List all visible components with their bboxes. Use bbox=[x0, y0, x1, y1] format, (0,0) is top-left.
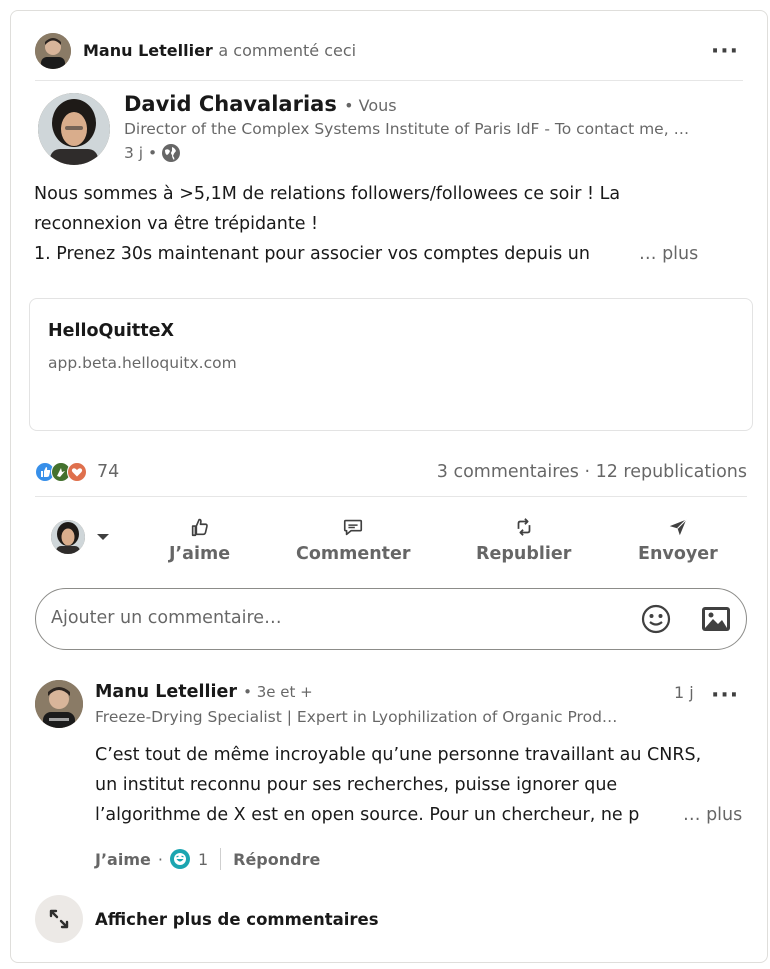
comment-time: 1 j bbox=[674, 683, 694, 702]
comment-author-row: Manu Letellier • 3e et + bbox=[95, 682, 313, 702]
send-icon bbox=[669, 519, 687, 536]
divider bbox=[35, 496, 747, 497]
comment-text-line: C’est tout de même incroyable qu’une per… bbox=[95, 745, 702, 765]
author-headline: Director of the Complex Systems Institut… bbox=[124, 120, 690, 138]
context-header: Manu Letellier a commenté ceci ··· bbox=[35, 23, 743, 81]
link-title[interactable]: HelloQuitteX bbox=[48, 321, 174, 341]
comment-label: Commenter bbox=[296, 544, 411, 564]
comment-button[interactable]: Commenter bbox=[296, 516, 411, 564]
commenter-avatar[interactable] bbox=[35, 33, 71, 69]
comment-text-line: un institut reconnu pour ses recherches,… bbox=[95, 775, 618, 795]
comment-ellipsis-icon[interactable]: ··· bbox=[711, 685, 739, 707]
link-preview-card[interactable]: HelloQuitteX app.beta.helloquitx.com bbox=[29, 298, 753, 431]
author-name[interactable]: David Chavalarias bbox=[124, 92, 337, 116]
see-more-link[interactable]: … plus bbox=[639, 239, 698, 269]
comment-author-degree: • 3e et + bbox=[243, 683, 313, 701]
show-more-comments-label[interactable]: Afficher plus de commentaires bbox=[95, 910, 379, 929]
reactions-count[interactable]: 74 bbox=[97, 462, 119, 482]
love-icon bbox=[67, 462, 87, 482]
action-bar: J’aime Commenter Republier Envoyer bbox=[33, 506, 749, 574]
author-avatar[interactable] bbox=[38, 93, 110, 165]
repost-label: Republier bbox=[476, 544, 572, 564]
comment-see-more-link[interactable]: … plus bbox=[680, 800, 743, 830]
show-more-comments-button[interactable] bbox=[35, 895, 83, 943]
ellipsis-icon[interactable]: ··· bbox=[711, 41, 739, 63]
comment-author-name[interactable]: Manu Letellier bbox=[95, 682, 237, 702]
author-name-row: David Chavalarias • Vous bbox=[124, 92, 397, 116]
reaction-icons[interactable] bbox=[35, 462, 97, 486]
post-text-line: reconnexion va être trépidante ! bbox=[34, 214, 319, 234]
like-label: J’aime bbox=[169, 544, 231, 564]
comment-author-avatar[interactable] bbox=[35, 680, 83, 728]
context-text: Manu Letellier a commenté ceci bbox=[83, 41, 356, 60]
comment-text-last-line: l’algorithme de X est en open source. Po… bbox=[95, 800, 755, 830]
comment-actions: J’aime · 1 Répondre bbox=[95, 848, 320, 870]
comment-reply-button[interactable]: Répondre bbox=[233, 850, 320, 869]
post-text-last-line: 1. Prenez 30s maintenant pour associer v… bbox=[34, 239, 734, 269]
comment-input[interactable]: Ajouter un commentaire… bbox=[35, 588, 747, 650]
comment-reaction-count[interactable]: 1 bbox=[198, 850, 208, 869]
chevron-down-icon bbox=[97, 534, 109, 540]
repost-icon bbox=[517, 518, 531, 536]
comment-text-line: l’algorithme de X est en open source. Po… bbox=[95, 805, 640, 825]
repost-button[interactable]: Republier bbox=[476, 516, 571, 564]
send-label: Envoyer bbox=[638, 544, 718, 564]
send-button[interactable]: Envoyer bbox=[638, 516, 718, 564]
actor-switcher[interactable] bbox=[51, 520, 111, 554]
funny-reaction-icon bbox=[169, 849, 190, 869]
thumbs-up-icon bbox=[191, 518, 208, 537]
post-time: 3 j • bbox=[124, 144, 158, 162]
comment-like-button[interactable]: J’aime bbox=[95, 850, 151, 869]
image-icon[interactable] bbox=[700, 604, 732, 634]
comment-placeholder: Ajouter un commentaire… bbox=[51, 608, 282, 628]
post-text-line: Nous sommes à >5,1M de relations followe… bbox=[34, 184, 621, 204]
like-button[interactable]: J’aime bbox=[169, 516, 230, 564]
comment-body: C’est tout de même incroyable qu’une per… bbox=[95, 740, 755, 830]
actor-avatar bbox=[51, 520, 85, 554]
post-text-line: 1. Prenez 30s maintenant pour associer v… bbox=[34, 244, 590, 264]
author-degree: • Vous bbox=[344, 96, 397, 115]
post-meta: 3 j • bbox=[124, 143, 181, 163]
comment-meta-dot: · bbox=[157, 849, 163, 869]
comment-icon bbox=[344, 519, 363, 536]
expand-icon bbox=[49, 909, 69, 929]
link-url: app.beta.helloquitx.com bbox=[48, 354, 237, 372]
context-action: a commenté ceci bbox=[218, 41, 357, 60]
emoji-icon[interactable] bbox=[640, 603, 672, 635]
comment-actions-divider bbox=[220, 848, 222, 870]
context-actor-name[interactable]: Manu Letellier bbox=[83, 41, 213, 60]
comments-reposts-count[interactable]: 3 commentaires · 12 republications bbox=[437, 462, 747, 482]
comment-author-headline: Freeze-Drying Specialist | Expert in Lyo… bbox=[95, 708, 618, 726]
post-body: Nous sommes à >5,1M de relations followe… bbox=[34, 179, 734, 269]
post-card: Manu Letellier a commenté ceci ··· David… bbox=[10, 10, 768, 963]
globe-icon bbox=[162, 144, 181, 162]
